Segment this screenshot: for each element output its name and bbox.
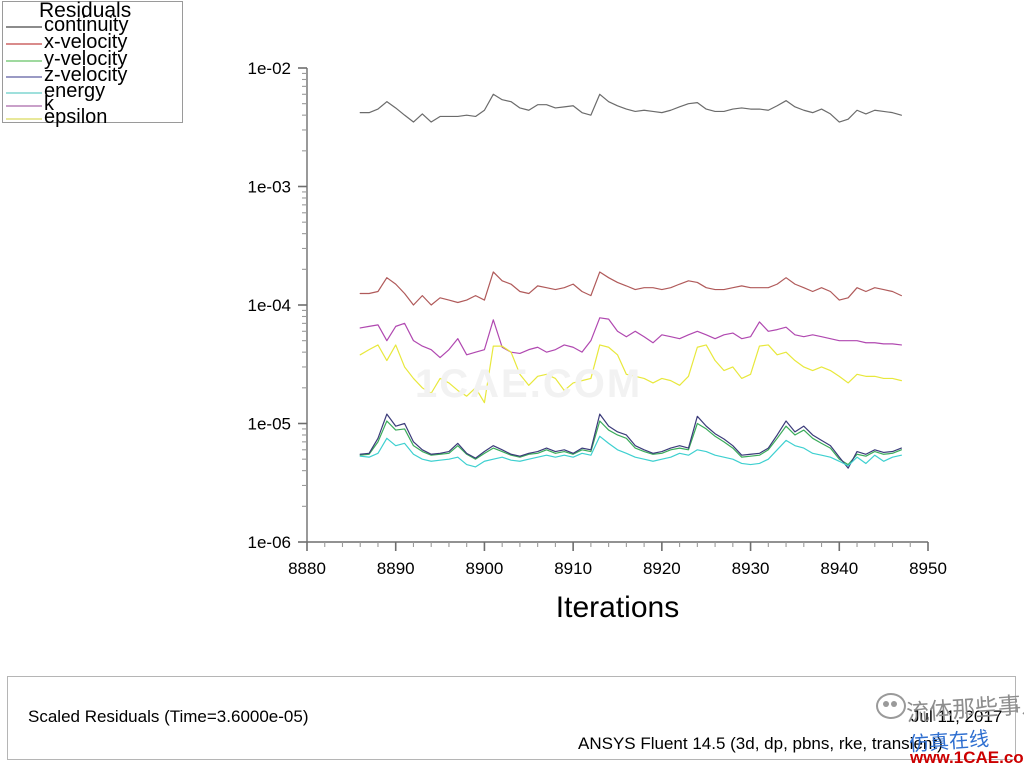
series-line-k bbox=[359, 317, 902, 359]
x-axis-tick-label: 8910 bbox=[554, 559, 592, 578]
x-axis-tick-label: 8920 bbox=[643, 559, 681, 578]
series-line-y-velocity bbox=[359, 420, 902, 466]
x-axis-tick-label: 8930 bbox=[732, 559, 770, 578]
y-axis-tick-label: 1e-02 bbox=[248, 59, 291, 78]
series-line-continuity bbox=[359, 93, 902, 123]
y-axis-tick-label: 1e-05 bbox=[248, 415, 291, 434]
x-axis-tick-label: 8890 bbox=[377, 559, 415, 578]
series-line-epsilon bbox=[359, 344, 902, 404]
x-axis-title: Iterations bbox=[556, 591, 679, 624]
footer-date: Jul 11, 2017 bbox=[911, 707, 1003, 726]
footer-title: Scaled Residuals (Time=3.6000e-05) bbox=[28, 707, 309, 726]
axis-group bbox=[298, 67, 929, 551]
plot-canvas: 1e-02 1e-03 1e-04 1e-05 1e-06 8880 8890 8900 891… bbox=[248, 59, 947, 624]
x-axis-tick-label: 8880 bbox=[288, 559, 326, 578]
residuals-plot: 1e-02 1e-03 1e-04 1e-05 1e-06 8880 8890 8900 891… bbox=[0, 0, 1024, 660]
y-axis-tick-label: 1e-03 bbox=[248, 178, 291, 197]
series-group bbox=[359, 93, 902, 469]
footer-solver-info: ANSYS Fluent 14.5 (3d, dp, pbns, rke, tr… bbox=[578, 734, 943, 753]
x-axis-tick-label: 8950 bbox=[909, 559, 947, 578]
y-axis-tick-label: 1e-04 bbox=[248, 296, 291, 315]
y-axis-tick-label: 1e-06 bbox=[248, 533, 291, 552]
footer-box: Scaled Residuals (Time=3.6000e-05) ANSYS… bbox=[7, 676, 1016, 760]
x-axis-tick-label: 8900 bbox=[466, 559, 504, 578]
x-axis-tick-label: 8940 bbox=[820, 559, 858, 578]
series-line-x-velocity bbox=[359, 271, 902, 306]
axis-label-group: 1e-02 1e-03 1e-04 1e-05 1e-06 8880 8890 8900 891… bbox=[248, 59, 947, 624]
